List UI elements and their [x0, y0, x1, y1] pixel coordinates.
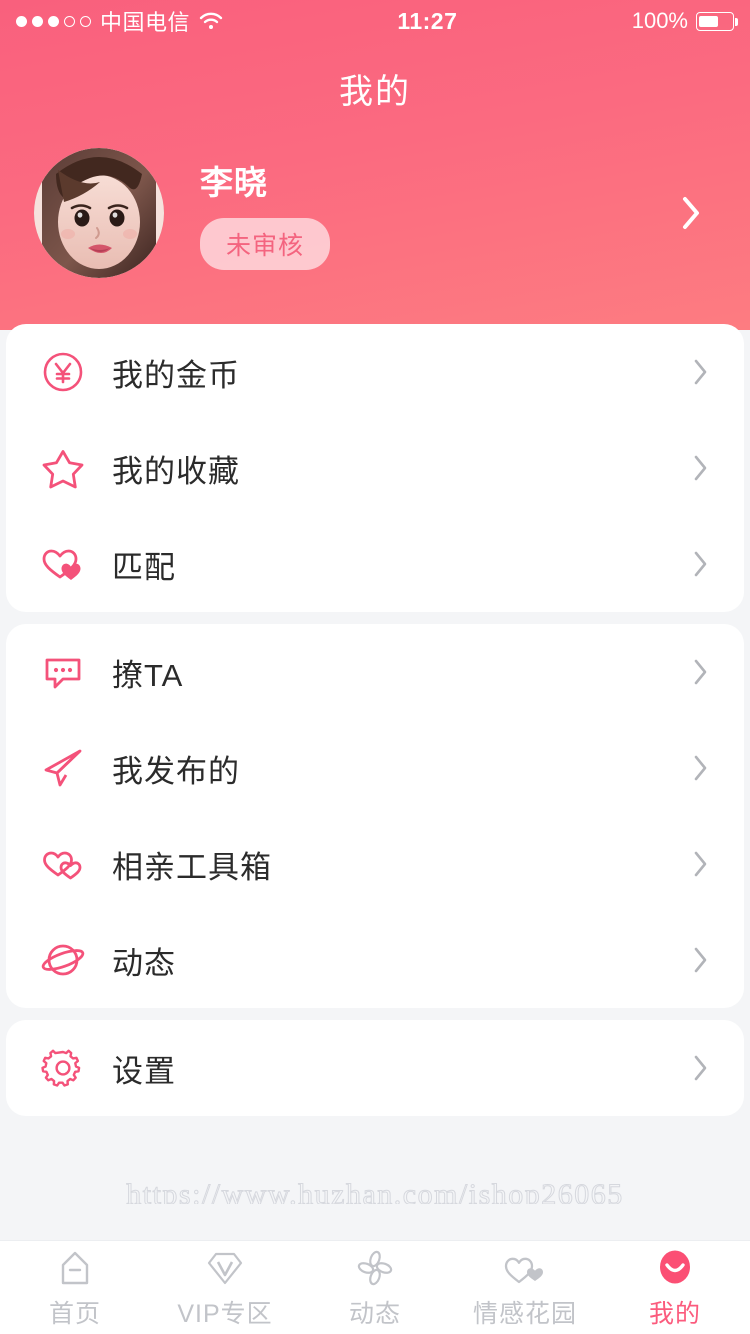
tab-label: 动态: [348, 1299, 401, 1328]
menu-item-label: 设置: [112, 1053, 176, 1089]
chevron-right-icon[interactable]: [692, 850, 708, 878]
carrier-label: 中国电信: [100, 10, 191, 35]
bottom-tab-bar: 首页 VIP专区 动态 情感花园 我的: [0, 1240, 750, 1334]
chevron-right-icon[interactable]: [692, 358, 708, 386]
profile-text-block: 李晓 未审核: [200, 156, 680, 270]
menu-item-label: 我的收藏: [112, 453, 240, 489]
tab-home[interactable]: 首页: [0, 1241, 150, 1334]
planet-icon: [40, 937, 86, 983]
tab-mine[interactable]: 我的: [600, 1241, 750, 1334]
profile-card[interactable]: 李晓 未审核: [0, 148, 750, 278]
menu-item-my-favorites[interactable]: 我的收藏: [6, 420, 744, 516]
signal-dot-2: [32, 15, 43, 27]
menu-item-label: 我的金币: [112, 357, 240, 393]
gear-icon: [40, 1045, 86, 1091]
chevron-right-icon[interactable]: [680, 194, 702, 232]
signal-dot-5: [80, 15, 91, 27]
chevron-right-icon[interactable]: [692, 1054, 708, 1082]
menu-item-label: 我发布的: [112, 753, 240, 789]
tab-moments[interactable]: 动态: [300, 1241, 450, 1334]
user-name: 李晓: [200, 164, 268, 201]
status-bar-left: 中国电信: [16, 5, 223, 37]
double-heart-outline-icon: [40, 841, 86, 887]
chevron-right-icon[interactable]: [692, 754, 708, 782]
menu-item-label: 相亲工具箱: [112, 849, 272, 885]
chevron-right-icon[interactable]: [692, 454, 708, 482]
menu-list: 我的金币 我的收藏 匹配 撩TA 我发布的 相亲工具箱 动态 设置: [0, 324, 750, 1128]
home-icon: [55, 1246, 95, 1288]
two-hearts-icon: [503, 1246, 547, 1288]
menu-item-flirt[interactable]: 撩TA: [6, 624, 744, 720]
vip-diamond-icon: [205, 1246, 245, 1288]
menu-item-matchmaking-toolbox[interactable]: 相亲工具箱: [6, 816, 744, 912]
clock-label: 11:27: [397, 7, 458, 34]
menu-item-my-posts[interactable]: 我发布的: [6, 720, 744, 816]
status-badge: 未审核: [200, 218, 331, 270]
menu-item-label: 撩TA: [112, 657, 184, 693]
tab-vip-zone[interactable]: VIP专区: [150, 1241, 300, 1334]
signal-dot-4: [64, 15, 75, 27]
tab-label: VIP专区: [177, 1299, 273, 1328]
chevron-right-icon[interactable]: [692, 658, 708, 686]
chevron-right-icon[interactable]: [692, 946, 708, 974]
tab-emotion-garden[interactable]: 情感花园: [450, 1241, 600, 1334]
smile-face-icon: [655, 1246, 695, 1288]
signal-dot-1: [16, 15, 27, 27]
settings-group-card: 设置: [6, 1020, 744, 1116]
menu-item-my-coins[interactable]: 我的金币: [6, 324, 744, 420]
tab-label: 我的: [648, 1299, 701, 1328]
social-group-card: 撩TA 我发布的 相亲工具箱 动态: [6, 624, 744, 1008]
battery-percent-label: 100%: [631, 8, 688, 33]
pinwheel-icon: [355, 1246, 395, 1288]
chat-bubble-icon: [40, 649, 86, 695]
chevron-right-icon[interactable]: [692, 550, 708, 578]
battery-full-icon: [696, 11, 738, 31]
header-banner: 中国电信 11:27 100% 我的 李晓 未审核: [0, 0, 750, 330]
status-bar-right: 100%: [631, 8, 738, 34]
star-icon: [40, 445, 86, 491]
page-title: 我的: [339, 73, 411, 111]
tab-label: 情感花园: [472, 1299, 577, 1328]
content-bottom-spacer: [0, 1204, 750, 1240]
account-group-card: 我的金币 我的收藏 匹配: [6, 324, 744, 612]
menu-item-label: 匹配: [112, 549, 176, 585]
menu-item-match[interactable]: 匹配: [6, 516, 744, 612]
coin-yuan-icon: [40, 349, 86, 395]
paper-plane-icon: [40, 745, 86, 791]
status-bar: 中国电信 11:27 100%: [0, 0, 750, 42]
double-heart-filled-icon: [40, 541, 86, 587]
wifi-icon: [199, 12, 223, 30]
menu-item-moments[interactable]: 动态: [6, 912, 744, 1008]
tab-label: 首页: [48, 1299, 101, 1328]
signal-dot-3: [48, 15, 59, 27]
signal-strength-dots: [16, 15, 91, 27]
menu-item-settings[interactable]: 设置: [6, 1020, 744, 1116]
avatar[interactable]: [34, 148, 164, 278]
phone-screen: 中国电信 11:27 100% 我的 李晓 未审核 我的金币 我的收藏 匹配 撩…: [0, 0, 750, 1334]
menu-item-label: 动态: [112, 945, 176, 981]
